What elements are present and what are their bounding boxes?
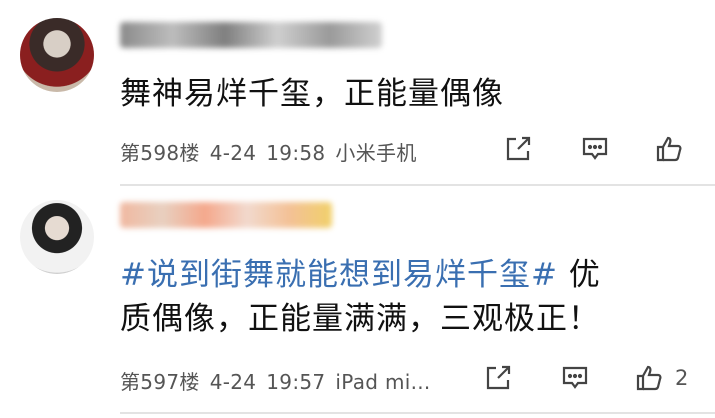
- like-button[interactable]: [651, 131, 687, 167]
- like-icon: [656, 136, 682, 162]
- comment-text-part: 质偶像，正能量满满，三观极正！: [120, 301, 600, 337]
- comment-icon: [582, 137, 608, 160]
- post-date: 4-24: [209, 141, 257, 165]
- post-device: iPad mi...: [335, 370, 431, 394]
- post-device: 小米手机: [335, 141, 417, 165]
- floor-number: 第597楼: [120, 370, 200, 394]
- post-date: 4-24: [209, 370, 257, 394]
- comment-text: #说到街舞就能想到易烊千玺# 优 质偶像，正能量满满，三观极正！: [120, 253, 680, 341]
- username-blurred[interactable]: [120, 22, 382, 48]
- post-time: 19:57: [266, 370, 326, 394]
- share-icon: [506, 136, 531, 161]
- hashtag-link[interactable]: #说到街舞就能想到易烊千玺#: [120, 257, 558, 293]
- comment-meta: 第598楼 4-24 19:58 小米手机: [120, 137, 427, 166]
- avatar[interactable]: [20, 200, 94, 274]
- like-icon: [636, 365, 662, 391]
- avatar[interactable]: [20, 18, 94, 92]
- username-blurred[interactable]: [120, 202, 332, 228]
- share-button[interactable]: [500, 131, 536, 167]
- comment-button[interactable]: [557, 360, 593, 396]
- divider: [120, 184, 715, 186]
- comment-meta: 第597楼 4-24 19:57 iPad mi...: [120, 366, 441, 395]
- share-icon: [486, 365, 511, 390]
- like-button[interactable]: [631, 360, 667, 396]
- comment-button[interactable]: [577, 131, 613, 167]
- like-count: 2: [675, 366, 689, 390]
- post-time: 19:58: [266, 141, 326, 165]
- floor-number: 第598楼: [120, 141, 200, 165]
- comment-icon: [562, 366, 588, 389]
- divider: [120, 412, 715, 414]
- comment-text: 舞神易烊千玺，正能量偶像: [120, 76, 504, 112]
- comment-text-part: 优: [557, 257, 601, 293]
- share-button[interactable]: [480, 360, 516, 396]
